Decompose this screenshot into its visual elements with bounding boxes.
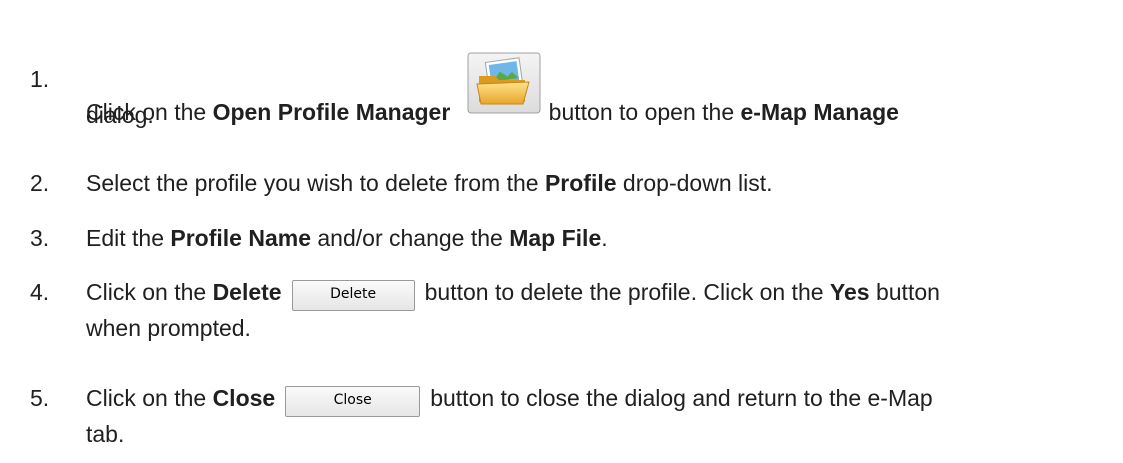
ui-term: Yes [829, 279, 870, 305]
ui-term: Profile Name [170, 225, 311, 251]
delete-button[interactable]: Delete [291, 280, 415, 311]
step-text-continued: dialog. [86, 102, 154, 128]
close-button[interactable]: Close [285, 386, 421, 417]
step-text: Edit the Profile Name and/or change the … [86, 225, 608, 251]
instruction-document: 1. Click on the Open Profile Manager but… [0, 0, 1123, 463]
step-text: Click on the Delete Delete button to delet… [86, 275, 1123, 311]
step-number: 2. [30, 170, 50, 196]
ui-term: Profile [544, 170, 617, 196]
ui-term: Open Profile Manager [212, 99, 451, 125]
step-text: Select the profile you wish to delete fr… [86, 170, 773, 196]
step-number: 5. [30, 385, 50, 411]
ui-term: e-Map Manage [740, 99, 899, 125]
ui-term: Map File [509, 225, 602, 251]
step-number: 3. [30, 225, 50, 251]
ui-term: Delete [212, 279, 282, 305]
step-number: 4. [30, 279, 50, 305]
folder-picture-icon [467, 52, 541, 114]
step-number: 1. [30, 66, 50, 92]
step-text-continued: tab. [86, 421, 125, 447]
step-text: Click on the Close Close button to close t… [86, 381, 1123, 417]
step-text: Click on the Open Profile Manager button… [86, 52, 1123, 129]
ui-term: Close [212, 385, 276, 411]
step-text-continued: when prompted. [86, 315, 251, 341]
